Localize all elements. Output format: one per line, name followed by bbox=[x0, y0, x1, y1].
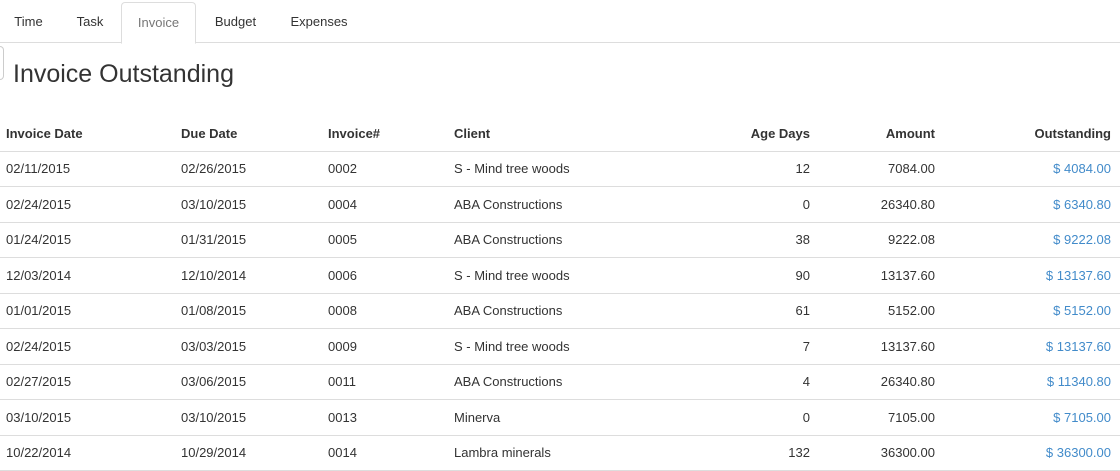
cell-invoice-date: 02/11/2015 bbox=[0, 151, 175, 187]
table-row: 12/03/2014 12/10/2014 0006 S - Mind tree… bbox=[0, 257, 1120, 294]
cell-outstanding-link[interactable]: $ 6340.80 bbox=[941, 186, 1120, 223]
cell-age-days: 38 bbox=[666, 222, 816, 258]
cell-invoice-number: 0014 bbox=[322, 435, 448, 471]
cell-outstanding-link[interactable]: $ 9222.08 bbox=[941, 222, 1120, 258]
header-age-days[interactable]: Age Days bbox=[666, 116, 816, 152]
table-row: 01/01/2015 01/08/2015 0008 ABA Construct… bbox=[0, 293, 1120, 329]
cell-invoice-date: 12/03/2014 bbox=[0, 257, 175, 294]
cell-due-date: 03/10/2015 bbox=[175, 186, 322, 223]
header-due-date[interactable]: Due Date bbox=[175, 116, 322, 152]
cell-outstanding-link[interactable]: $ 5152.00 bbox=[941, 293, 1120, 329]
cell-due-date: 01/08/2015 bbox=[175, 293, 322, 329]
cell-invoice-number: 0006 bbox=[322, 257, 448, 294]
cell-age-days: 4 bbox=[666, 364, 816, 400]
cell-due-date: 01/31/2015 bbox=[175, 222, 322, 258]
cell-client: S - Mind tree woods bbox=[448, 328, 666, 365]
header-amount[interactable]: Amount bbox=[816, 116, 941, 152]
header-outstanding[interactable]: Outstanding bbox=[941, 116, 1120, 152]
cell-due-date: 02/26/2015 bbox=[175, 151, 322, 187]
cell-client: ABA Constructions bbox=[448, 186, 666, 223]
cell-due-date: 03/03/2015 bbox=[175, 328, 322, 365]
table-row: 10/22/2014 10/29/2014 0014 Lambra minera… bbox=[0, 435, 1120, 471]
cell-due-date: 12/10/2014 bbox=[175, 257, 322, 294]
header-invoice-date[interactable]: Invoice Date bbox=[0, 116, 175, 152]
cell-age-days: 0 bbox=[666, 186, 816, 223]
cell-amount: 5152.00 bbox=[816, 293, 941, 329]
cell-invoice-number: 0002 bbox=[322, 151, 448, 187]
cell-age-days: 0 bbox=[666, 399, 816, 436]
tab-budget[interactable]: Budget bbox=[199, 2, 272, 43]
cell-amount: 9222.08 bbox=[816, 222, 941, 258]
cell-due-date: 03/06/2015 bbox=[175, 364, 322, 400]
cell-due-date: 10/29/2014 bbox=[175, 435, 322, 471]
cell-outstanding-link[interactable]: $ 11340.80 bbox=[941, 364, 1120, 400]
cell-outstanding-link[interactable]: $ 36300.00 bbox=[941, 435, 1120, 471]
cell-outstanding-link[interactable]: $ 13137.60 bbox=[941, 257, 1120, 294]
cell-age-days: 132 bbox=[666, 435, 816, 471]
cell-client: ABA Constructions bbox=[448, 222, 666, 258]
page-title: Invoice Outstanding bbox=[13, 60, 234, 88]
cell-invoice-date: 03/10/2015 bbox=[0, 399, 175, 436]
cell-amount: 7084.00 bbox=[816, 151, 941, 187]
tab-invoice[interactable]: Invoice bbox=[121, 2, 196, 44]
cell-client: ABA Constructions bbox=[448, 364, 666, 400]
table-row: 02/27/2015 03/06/2015 0011 ABA Construct… bbox=[0, 364, 1120, 400]
cell-client: Lambra minerals bbox=[448, 435, 666, 471]
cell-invoice-number: 0009 bbox=[322, 328, 448, 365]
cell-amount: 13137.60 bbox=[816, 257, 941, 294]
cell-amount: 13137.60 bbox=[816, 328, 941, 365]
cell-amount: 26340.80 bbox=[816, 364, 941, 400]
table-row: 03/10/2015 03/10/2015 0013 Minerva 0 710… bbox=[0, 399, 1120, 436]
cell-client: S - Mind tree woods bbox=[448, 257, 666, 294]
cell-amount: 7105.00 bbox=[816, 399, 941, 436]
cell-invoice-date: 01/24/2015 bbox=[0, 222, 175, 258]
header-client[interactable]: Client bbox=[448, 116, 666, 152]
tab-bar: Time Task Invoice Budget Expenses bbox=[0, 0, 1120, 44]
table-row: 02/24/2015 03/10/2015 0004 ABA Construct… bbox=[0, 186, 1120, 223]
cell-invoice-date: 10/22/2014 bbox=[0, 435, 175, 471]
cell-invoice-date: 02/24/2015 bbox=[0, 328, 175, 365]
cell-invoice-number: 0004 bbox=[322, 186, 448, 223]
cell-age-days: 61 bbox=[666, 293, 816, 329]
cell-invoice-date: 02/24/2015 bbox=[0, 186, 175, 223]
cell-client: Minerva bbox=[448, 399, 666, 436]
cell-amount: 36300.00 bbox=[816, 435, 941, 471]
tab-expenses[interactable]: Expenses bbox=[276, 2, 362, 43]
header-invoice-number[interactable]: Invoice# bbox=[322, 116, 448, 152]
cell-invoice-date: 02/27/2015 bbox=[0, 364, 175, 400]
cell-amount: 26340.80 bbox=[816, 186, 941, 223]
table-row: 02/24/2015 03/03/2015 0009 S - Mind tree… bbox=[0, 328, 1120, 365]
invoice-table: Invoice Date Due Date Invoice# Client Ag… bbox=[0, 116, 1120, 471]
table-header-row: Invoice Date Due Date Invoice# Client Ag… bbox=[0, 116, 1120, 152]
cell-client: S - Mind tree woods bbox=[448, 151, 666, 187]
side-panel-handle[interactable] bbox=[0, 46, 4, 80]
tab-time[interactable]: Time bbox=[0, 2, 57, 43]
tab-task[interactable]: Task bbox=[61, 2, 119, 43]
cell-age-days: 90 bbox=[666, 257, 816, 294]
cell-due-date: 03/10/2015 bbox=[175, 399, 322, 436]
cell-age-days: 7 bbox=[666, 328, 816, 365]
cell-outstanding-link[interactable]: $ 13137.60 bbox=[941, 328, 1120, 365]
cell-invoice-number: 0005 bbox=[322, 222, 448, 258]
cell-invoice-number: 0008 bbox=[322, 293, 448, 329]
table-row: 01/24/2015 01/31/2015 0005 ABA Construct… bbox=[0, 222, 1120, 258]
cell-outstanding-link[interactable]: $ 7105.00 bbox=[941, 399, 1120, 436]
cell-age-days: 12 bbox=[666, 151, 816, 187]
table-row: 02/11/2015 02/26/2015 0002 S - Mind tree… bbox=[0, 151, 1120, 187]
cell-invoice-number: 0011 bbox=[322, 364, 448, 400]
cell-invoice-date: 01/01/2015 bbox=[0, 293, 175, 329]
cell-outstanding-link[interactable]: $ 4084.00 bbox=[941, 151, 1120, 187]
cell-invoice-number: 0013 bbox=[322, 399, 448, 436]
cell-client: ABA Constructions bbox=[448, 293, 666, 329]
